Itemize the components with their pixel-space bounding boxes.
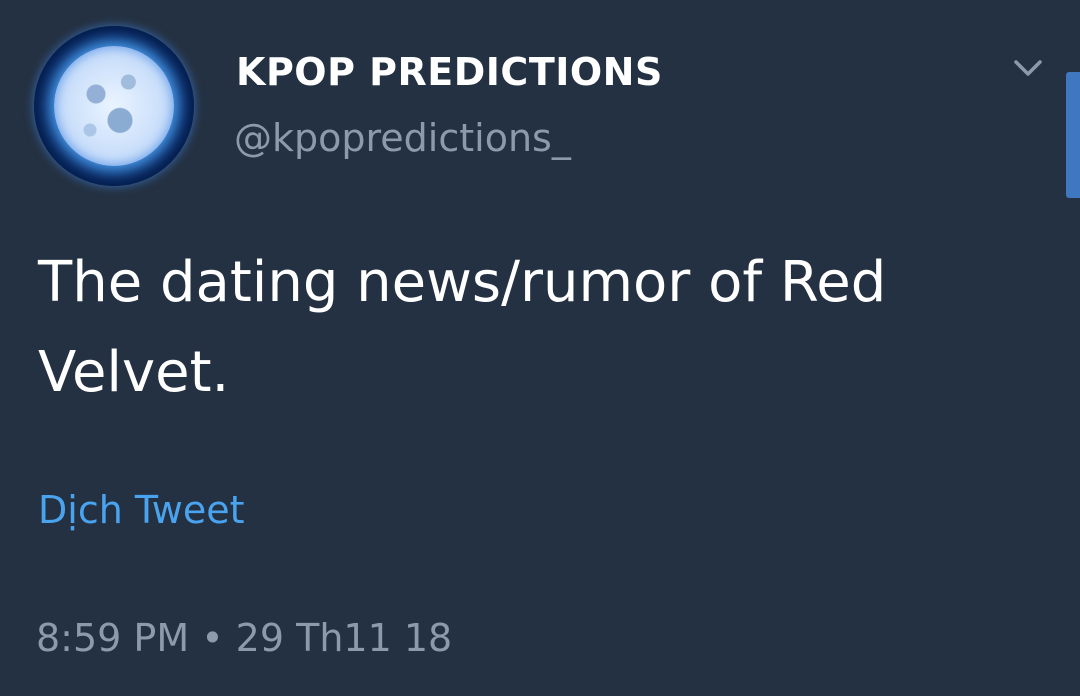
scrollbar-thumb[interactable] (1066, 72, 1080, 198)
chevron-down-icon[interactable] (1010, 52, 1046, 82)
tweet-card: KPOP PREDICTIONS @kpopredictions_ The da… (0, 0, 1080, 696)
translate-tweet-link[interactable]: Dịch Tweet (38, 488, 245, 532)
avatar[interactable] (34, 26, 194, 186)
user-handle[interactable]: @kpopredictions_ (234, 116, 571, 160)
moon-avatar-image (54, 46, 174, 166)
display-name[interactable]: KPOP PREDICTIONS (236, 50, 663, 94)
tweet-text: The dating news/rumor of Red Velvet. (38, 250, 887, 405)
tweet-timestamp[interactable]: 8:59 PM • 29 Th11 18 (36, 616, 452, 660)
